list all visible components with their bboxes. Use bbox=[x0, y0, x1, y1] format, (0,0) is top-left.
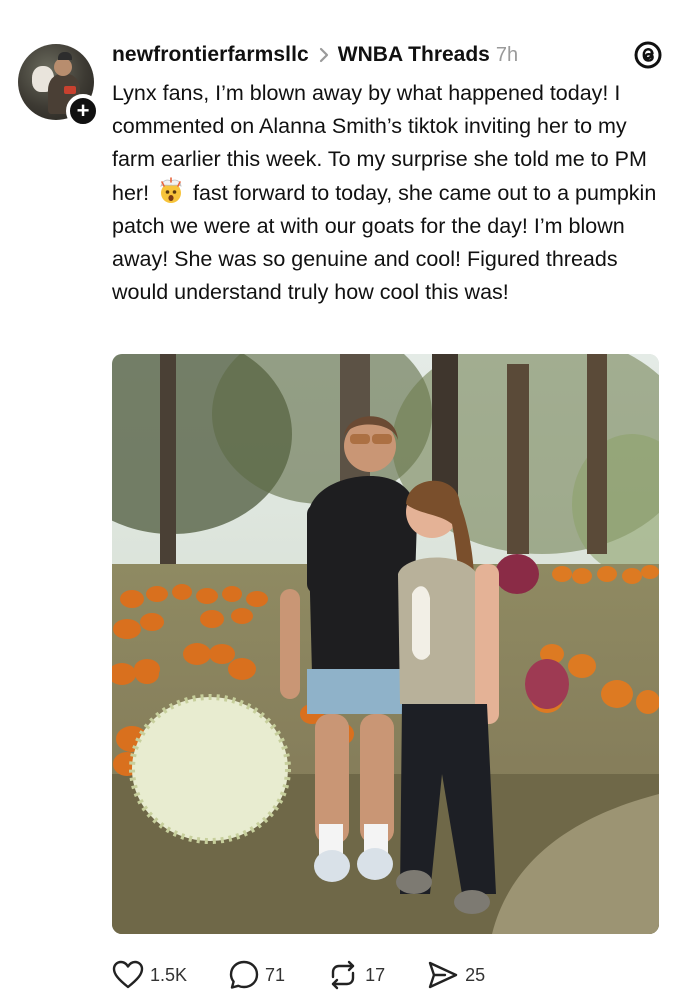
post-body: Lynx fans, I’m blown away by what happen… bbox=[112, 77, 672, 309]
pumpkin-patch-photo bbox=[112, 354, 659, 934]
send-icon bbox=[428, 961, 458, 989]
comment-icon bbox=[229, 960, 259, 989]
share-button[interactable]: 25 bbox=[427, 960, 485, 990]
post-timestamp: 7h bbox=[495, 43, 519, 66]
exploding-head-emoji-icon bbox=[157, 176, 185, 205]
heart-icon bbox=[112, 960, 144, 989]
threads-logo-icon[interactable] bbox=[633, 40, 663, 70]
repost-icon bbox=[331, 960, 355, 990]
reply-count: 71 bbox=[265, 964, 286, 985]
like-button[interactable]: 1.5K bbox=[112, 960, 187, 990]
username-link[interactable]: newfrontierfarmsllc bbox=[112, 43, 309, 67]
community-link[interactable]: WNBA Threads bbox=[338, 43, 490, 67]
like-count: 1.5K bbox=[150, 964, 188, 985]
repost-button[interactable]: 17 bbox=[327, 960, 385, 990]
repost-count: 17 bbox=[365, 964, 386, 985]
post-actions: 1.5K 71 17 25 bbox=[112, 955, 527, 995]
reply-button[interactable]: 71 bbox=[229, 960, 285, 990]
post-text-part-2: fast forward to today, she came out to a… bbox=[112, 180, 657, 305]
avatar[interactable]: + bbox=[18, 44, 100, 128]
chevron-right-icon bbox=[319, 47, 329, 63]
post-photo[interactable] bbox=[112, 354, 659, 934]
follow-plus-icon[interactable]: + bbox=[66, 94, 100, 128]
share-count: 25 bbox=[465, 964, 486, 985]
post-header: newfrontierfarmsllc WNBA Threads 7h bbox=[112, 40, 659, 70]
